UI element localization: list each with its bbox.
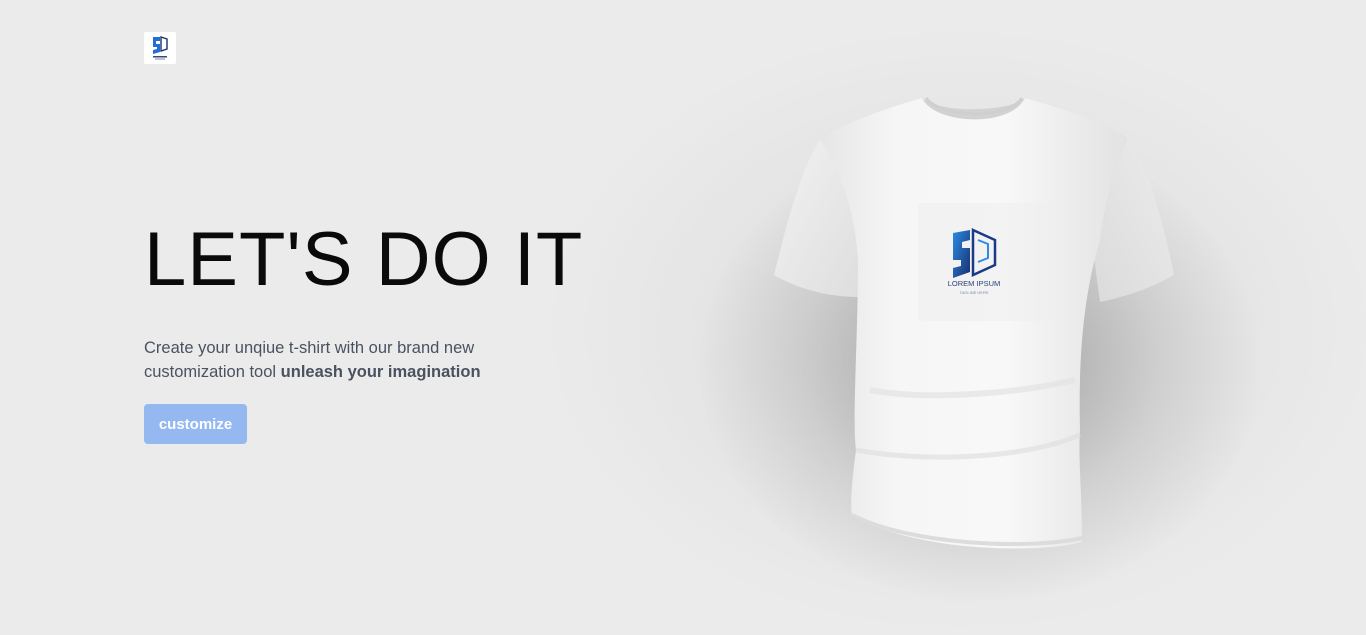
- shirt-logo-tagline: TAGLINE HERE: [959, 290, 988, 295]
- brand-logo[interactable]: [144, 32, 176, 64]
- hero-description: Create your unqiue t-shirt with our bran…: [144, 336, 524, 384]
- shirt-logo-text: LOREM IPSUM: [948, 279, 1001, 288]
- brand-logo-icon: [153, 36, 168, 60]
- hero-title: LET'S DO IT: [144, 217, 584, 302]
- hero-description-highlight: unleash your imagination: [280, 363, 481, 381]
- t-shirt-icon: LOREM IPSUM TAGLINE HERE: [774, 96, 1174, 549]
- customize-button[interactable]: customize: [144, 404, 247, 444]
- landing-page: LET'S DO IT Create your unqiue t-shirt w…: [0, 0, 1366, 635]
- t-shirt-image: LOREM IPSUM TAGLINE HERE: [760, 90, 1190, 570]
